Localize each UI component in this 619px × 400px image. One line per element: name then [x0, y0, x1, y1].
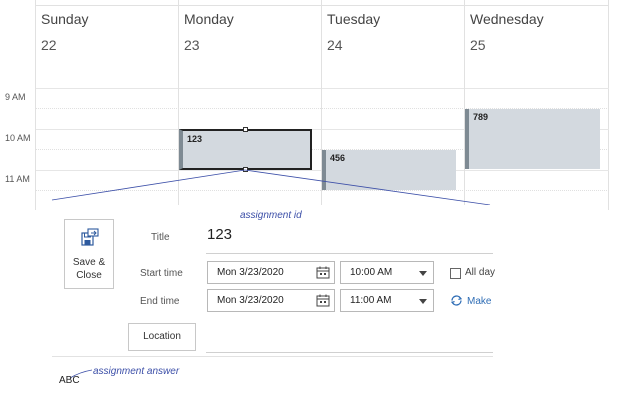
calendar-event[interactable]: 456: [322, 150, 456, 190]
event-title: 456: [330, 153, 346, 163]
title-label: Title: [151, 232, 170, 243]
end-time-value: 11:00 AM: [350, 295, 392, 306]
day-name: Monday: [184, 11, 234, 27]
day-date: 24: [327, 37, 343, 53]
day-name: Tuesday: [327, 11, 381, 27]
time-label-9am: 9 AM: [5, 92, 26, 102]
grid-column-line: [35, 88, 36, 210]
save-close-label: Save & Close: [72, 257, 106, 281]
end-date-picker[interactable]: Mon 3/23/2020: [207, 289, 335, 312]
location-field-underline[interactable]: [206, 352, 493, 353]
chevron-down-icon: [419, 299, 427, 304]
day-header-tuesday[interactable]: Tuesday 24: [321, 0, 464, 88]
end-time-label: End time: [140, 296, 180, 307]
calendar-icon[interactable]: [316, 266, 330, 279]
end-date-value: Mon 3/23/2020: [217, 295, 284, 306]
resize-handle-top[interactable]: [243, 127, 248, 132]
day-date: 22: [41, 37, 57, 53]
event-title: 789: [473, 112, 489, 122]
chevron-down-icon: [419, 271, 427, 276]
grid-column-line: [321, 88, 322, 210]
location-button[interactable]: Location: [128, 323, 196, 351]
calendar-icon[interactable]: [316, 294, 330, 307]
day-header-monday[interactable]: Monday 23: [178, 0, 321, 88]
end-time-dropdown[interactable]: 11:00 AM: [340, 289, 434, 312]
start-date-value: Mon 3/23/2020: [217, 267, 284, 278]
day-header-sunday[interactable]: Sunday 22: [35, 0, 178, 88]
save-icon: [81, 228, 99, 246]
start-time-label: Start time: [140, 268, 183, 279]
day-header-wednesday[interactable]: Wednesday 25: [464, 0, 607, 88]
save-close-button[interactable]: Save & Close: [64, 219, 114, 289]
start-date-picker[interactable]: Mon 3/23/2020: [207, 261, 335, 284]
all-day-checkbox[interactable]: [450, 268, 461, 279]
calendar-right-border: [608, 0, 609, 210]
resize-handle-bottom[interactable]: [243, 167, 248, 172]
grid-line-half: [35, 190, 609, 191]
title-underline: [206, 253, 493, 254]
day-date: 25: [470, 37, 486, 53]
make-recurring-link[interactable]: Make: [467, 296, 491, 307]
recurrence-icon[interactable]: [450, 294, 463, 307]
day-name: Wednesday: [470, 11, 544, 27]
start-time-value: 10:00 AM: [350, 267, 393, 278]
all-day-label: All day: [465, 267, 496, 278]
grid-line: [35, 88, 609, 89]
start-time-dropdown[interactable]: 10:00 AM: [340, 261, 434, 284]
body-divider: [52, 356, 493, 357]
event-body-text[interactable]: ABC: [59, 375, 80, 386]
time-label-11am: 11 AM: [5, 174, 30, 184]
calendar-event-selected[interactable]: 123: [179, 129, 312, 170]
calendar-event[interactable]: 789: [465, 109, 600, 169]
app-root: Sunday 22 Monday 23 Tuesday 24 Wednesday…: [0, 0, 619, 400]
annotation-assignment-answer: assignment answer: [93, 366, 180, 377]
title-input[interactable]: 123: [207, 226, 232, 243]
event-title: 123: [187, 134, 203, 144]
time-label-10am: 10 AM: [5, 133, 31, 143]
day-name: Sunday: [41, 11, 89, 27]
annotation-assignment-id: assignment id: [240, 210, 302, 221]
calendar-week-view: Sunday 22 Monday 23 Tuesday 24 Wednesday…: [0, 0, 609, 210]
day-date: 23: [184, 37, 200, 53]
